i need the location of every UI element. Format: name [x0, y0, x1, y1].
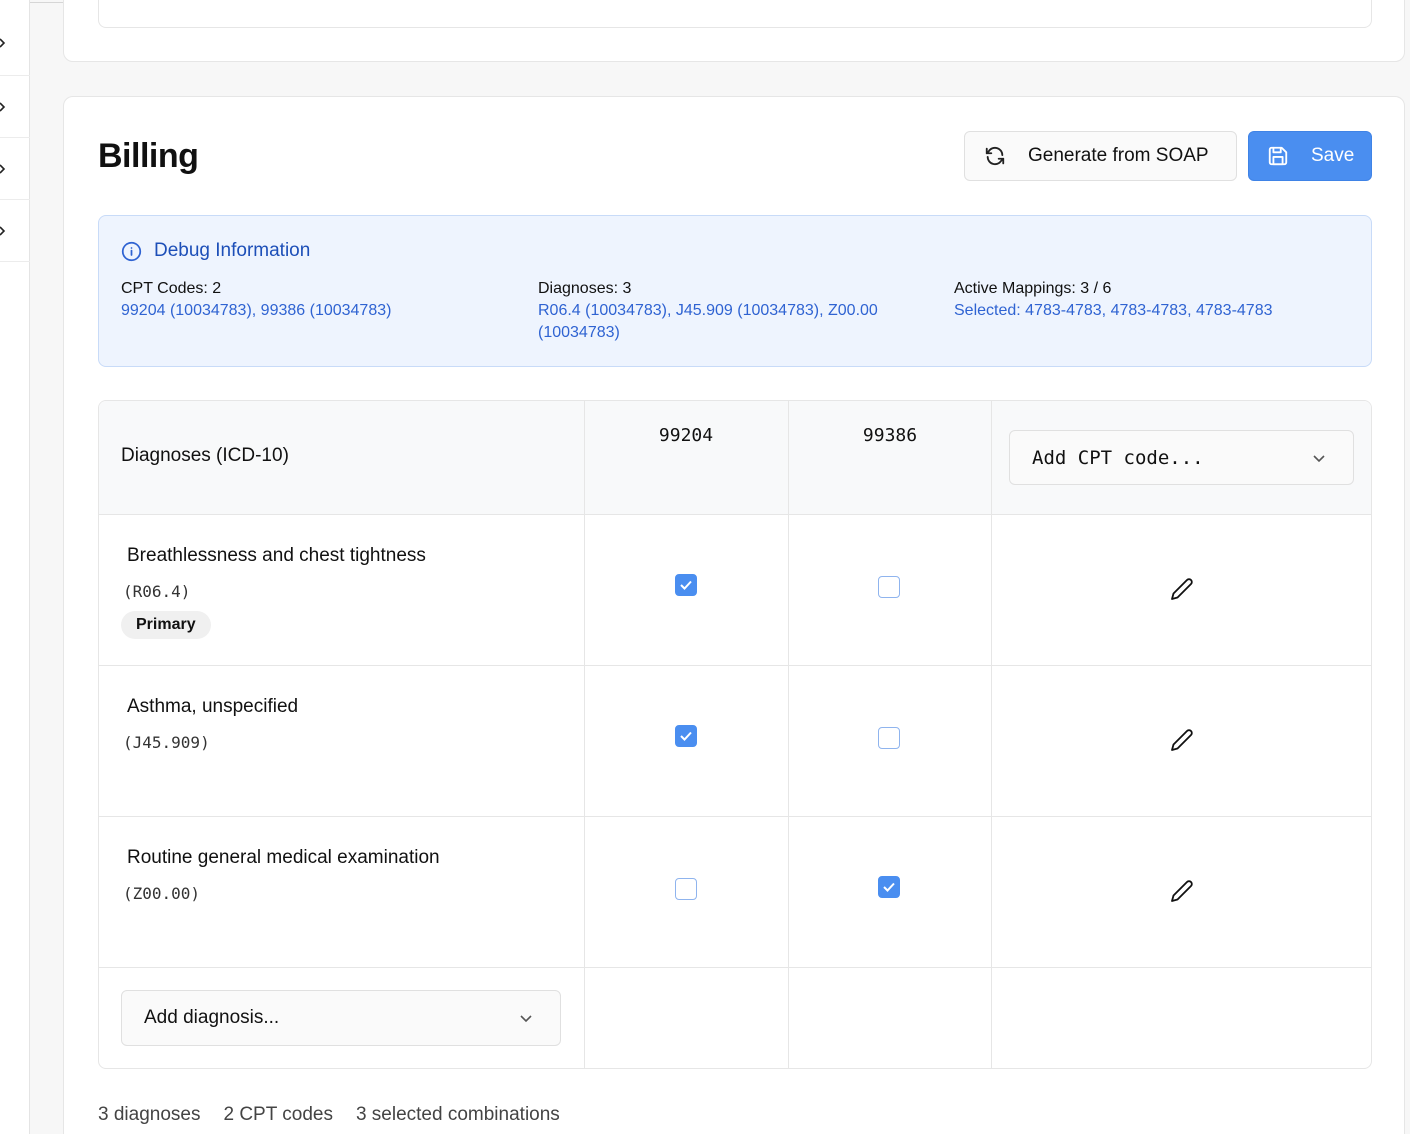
- debug-heading-text: Debug Information: [154, 240, 311, 261]
- mapping-checkbox-r06.4-99204[interactable]: [675, 574, 697, 596]
- add-diagnosis-select[interactable]: Add diagnosis...: [121, 990, 561, 1046]
- check-icon: [680, 731, 692, 741]
- save-label: Save: [1311, 145, 1355, 166]
- summary-diagnoses: 3 diagnoses: [98, 1104, 201, 1125]
- mapping-checkbox-z00.00-99386[interactable]: [878, 876, 900, 898]
- previous-section-card: [63, 0, 1405, 62]
- previous-section-field: [98, 0, 1372, 28]
- sidebar: [0, 0, 30, 1134]
- debug-map-value: Selected: 4783-4783, 4783-4783, 4783-478…: [954, 302, 1273, 319]
- debug-diag-label: Diagnoses: 3: [538, 280, 632, 297]
- chevron-down-icon: [1313, 454, 1325, 462]
- save-button[interactable]: Save: [1248, 131, 1372, 181]
- debug-cpt-value: 99204 (10034783), 99386 (10034783): [121, 302, 392, 319]
- billing-card: Billing Generate from SOAP Save Debug In…: [63, 96, 1405, 1134]
- debug-diag-value: R06.4 (10034783), J45.909 (10034783), Z0…: [538, 302, 878, 319]
- save-icon: [1268, 146, 1288, 166]
- generate-from-soap-button[interactable]: Generate from SOAP: [964, 131, 1237, 181]
- chevron-right-icon: [0, 226, 6, 236]
- chevron-right-icon: [0, 102, 6, 112]
- sidebar-item[interactable]: [0, 200, 30, 262]
- refresh-icon: [985, 146, 1005, 166]
- sidebar-item[interactable]: [0, 138, 30, 200]
- diagnoses-header: Diagnoses (ICD-10): [121, 445, 289, 466]
- summary-cpt-codes: 2 CPT codes: [223, 1104, 333, 1125]
- diagnosis-name: Routine general medical examination: [127, 847, 440, 868]
- debug-heading: Debug Information: [121, 240, 310, 262]
- diagnosis-name: Breathlessness and chest tightness: [127, 545, 426, 566]
- cpt-header-99386: 99386: [862, 425, 918, 446]
- check-icon: [883, 882, 895, 892]
- primary-badge: Primary: [121, 611, 211, 639]
- diagnosis-code: (J45.909): [123, 733, 210, 752]
- add-cpt-placeholder: Add CPT code...: [1032, 446, 1204, 469]
- debug-map-column: Active Mappings: 3 / 6 Selected: 4783-47…: [954, 278, 1272, 322]
- chevron-down-icon: [520, 1015, 532, 1023]
- pencil-icon[interactable]: [1170, 728, 1194, 752]
- pencil-icon[interactable]: [1170, 577, 1194, 601]
- diagnosis-code: (R06.4): [123, 582, 191, 601]
- debug-cpt-column: CPT Codes: 2 99204 (10034783), 99386 (10…: [121, 278, 391, 322]
- chevron-right-icon: [0, 164, 6, 174]
- debug-cpt-label: CPT Codes: 2: [121, 280, 222, 297]
- debug-panel: Debug Information CPT Codes: 2 99204 (10…: [98, 215, 1372, 367]
- add-diagnosis-placeholder: Add diagnosis...: [144, 1007, 280, 1028]
- diagnosis-name: Asthma, unspecified: [127, 696, 299, 717]
- generate-label: Generate from SOAP: [1028, 145, 1209, 166]
- billing-matrix: Diagnoses (ICD-10) 99204 99386 Add CPT c…: [98, 400, 1372, 1069]
- diagnosis-code: (Z00.00): [123, 884, 201, 903]
- sidebar-item[interactable]: [0, 14, 30, 76]
- billing-summary: 3 diagnoses 2 CPT codes 3 selected combi…: [98, 1104, 560, 1126]
- add-cpt-select[interactable]: Add CPT code...: [1009, 430, 1354, 485]
- sidebar-item[interactable]: [0, 76, 30, 138]
- debug-map-label: Active Mappings: 3 / 6: [954, 280, 1112, 297]
- mapping-checkbox-r06.4-99386[interactable]: [878, 576, 900, 598]
- mapping-checkbox-j45.909-99204[interactable]: [675, 725, 697, 747]
- debug-diag-column: Diagnoses: 3 R06.4 (10034783), J45.909 (…: [538, 278, 878, 344]
- check-icon: [680, 580, 692, 590]
- chevron-right-icon: [0, 38, 6, 48]
- summary-combinations: 3 selected combinations: [355, 1104, 560, 1125]
- debug-diag-value-cont: (10034783): [538, 324, 620, 341]
- pencil-icon[interactable]: [1170, 879, 1194, 903]
- mapping-checkbox-z00.00-99204[interactable]: [675, 878, 697, 900]
- cpt-header-99204: 99204: [658, 425, 714, 446]
- mapping-checkbox-j45.909-99386[interactable]: [878, 727, 900, 749]
- info-icon: [121, 241, 142, 261]
- page-title: Billing: [98, 137, 199, 175]
